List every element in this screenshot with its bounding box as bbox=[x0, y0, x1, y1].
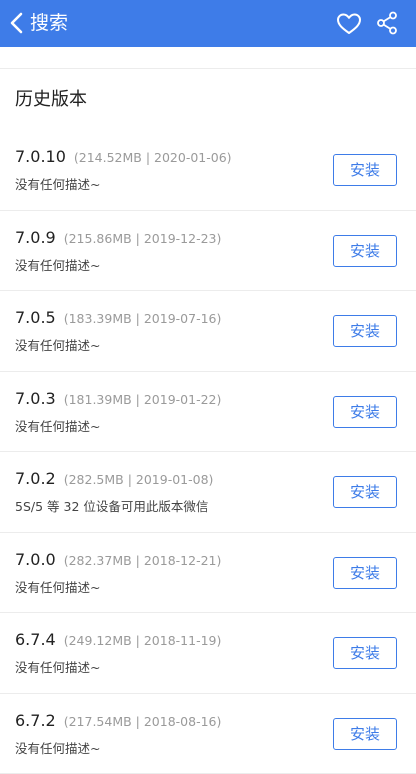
version-number: 7.0.5 bbox=[15, 308, 56, 327]
version-meta: (217.54MB | 2018-08-16) bbox=[64, 714, 222, 729]
back-title[interactable]: 搜索 bbox=[30, 10, 68, 36]
version-number: 6.7.4 bbox=[15, 630, 56, 649]
list-item: 6.7.4 (249.12MB | 2018-11-19) 没有任何描述~ 安装 bbox=[0, 613, 416, 694]
list-item: 7.0.5 (183.39MB | 2019-07-16) 没有任何描述~ 安装 bbox=[0, 291, 416, 372]
version-number: 6.7.2 bbox=[15, 711, 56, 730]
install-button[interactable]: 安装 bbox=[333, 396, 397, 428]
version-description: 没有任何描述~ bbox=[15, 418, 100, 436]
version-number: 7.0.10 bbox=[15, 147, 66, 166]
version-description: 5S/5 等 32 位设备可用此版本微信 bbox=[15, 498, 208, 516]
share-icon[interactable] bbox=[376, 11, 398, 35]
version-meta: (249.12MB | 2018-11-19) bbox=[64, 633, 222, 648]
chevron-left-icon[interactable] bbox=[8, 12, 26, 34]
version-meta: (214.52MB | 2020-01-06) bbox=[74, 150, 232, 165]
version-description: 没有任何描述~ bbox=[15, 659, 100, 677]
install-button[interactable]: 安装 bbox=[333, 557, 397, 589]
section-title: 历史版本 bbox=[15, 88, 87, 112]
list-item: 7.0.2 (282.5MB | 2019-01-08) 5S/5 等 32 位设… bbox=[0, 452, 416, 533]
version-number: 7.0.3 bbox=[15, 389, 56, 408]
version-description: 没有任何描述~ bbox=[15, 176, 100, 194]
version-meta: (183.39MB | 2019-07-16) bbox=[64, 311, 222, 326]
install-button[interactable]: 安装 bbox=[333, 154, 397, 186]
version-description: 没有任何描述~ bbox=[15, 579, 100, 597]
install-button[interactable]: 安装 bbox=[333, 235, 397, 267]
version-number: 7.0.9 bbox=[15, 228, 56, 247]
version-meta: (181.39MB | 2019-01-22) bbox=[64, 392, 222, 407]
version-description: 没有任何描述~ bbox=[15, 337, 100, 355]
list-item: 7.0.3 (181.39MB | 2019-01-22) 没有任何描述~ 安装 bbox=[0, 372, 416, 453]
version-meta: (282.5MB | 2019-01-08) bbox=[64, 472, 214, 487]
install-button[interactable]: 安装 bbox=[333, 718, 397, 750]
list-item: 6.7.2 (217.54MB | 2018-08-16) 没有任何描述~ 安装 bbox=[0, 694, 416, 774]
previous-section-edge bbox=[0, 47, 416, 69]
version-list: 7.0.10 (214.52MB | 2020-01-06) 没有任何描述~ 安装… bbox=[0, 130, 416, 774]
list-item: 7.0.10 (214.52MB | 2020-01-06) 没有任何描述~ 安装 bbox=[0, 130, 416, 211]
version-meta: (282.37MB | 2018-12-21) bbox=[64, 553, 222, 568]
top-bar: 搜索 bbox=[0, 0, 416, 47]
install-button[interactable]: 安装 bbox=[333, 476, 397, 508]
heart-icon[interactable] bbox=[336, 11, 362, 37]
version-meta: (215.86MB | 2019-12-23) bbox=[64, 231, 222, 246]
version-description: 没有任何描述~ bbox=[15, 257, 100, 275]
install-button[interactable]: 安装 bbox=[333, 315, 397, 347]
list-item: 7.0.9 (215.86MB | 2019-12-23) 没有任何描述~ 安装 bbox=[0, 211, 416, 292]
version-number: 7.0.2 bbox=[15, 469, 56, 488]
list-item: 7.0.0 (282.37MB | 2018-12-21) 没有任何描述~ 安装 bbox=[0, 533, 416, 614]
version-description: 没有任何描述~ bbox=[15, 740, 100, 758]
install-button[interactable]: 安装 bbox=[333, 637, 397, 669]
version-number: 7.0.0 bbox=[15, 550, 56, 569]
